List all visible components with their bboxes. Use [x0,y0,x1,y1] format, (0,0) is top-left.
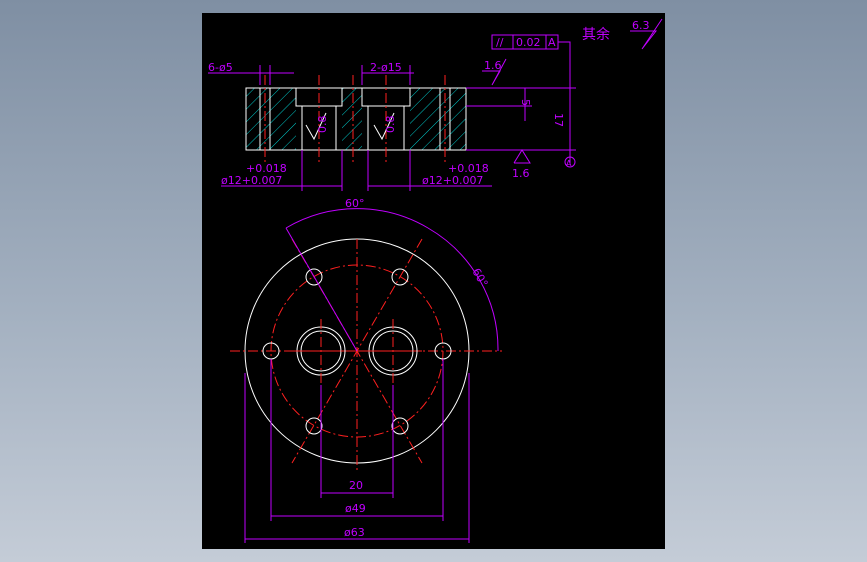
plan-view: 60° 60° 20 ø49 ø63 [230,197,502,543]
dim-center: 20 [349,479,363,492]
dim-outer: ø63 [344,526,365,539]
tol-left-lower: ø12+0.007 [221,174,282,187]
flatness-symbol: // [496,36,504,49]
angle-arc-right [427,227,499,352]
remaining-value: 6.3 [632,19,650,32]
hatch-center [342,88,362,150]
angle-top-label: 60° [345,197,365,210]
roughness-top: 1.6 [484,59,502,72]
holes-callout: 6-ø5 [208,61,233,74]
dim-height: 17 [552,113,565,127]
roughness-bottom: 1.6 [512,167,530,180]
roughness-bore-left: 0.8 [316,116,329,134]
remaining-label: 其余 [582,26,610,43]
dim-depth: 5 [519,99,532,106]
cad-drawing: 0.8 0.8 6-ø5 2-ø15 // 0.02 A 1.6 5 17 A [208,18,663,543]
flatness-value: 0.02 [516,36,541,49]
bore-callout: 2-ø15 [370,61,402,74]
section-view: 0.8 0.8 6-ø5 2-ø15 // 0.02 A 1.6 5 17 A [208,34,576,191]
angle-arc-top [285,208,429,229]
roughness-bore-right: 0.8 [384,116,397,134]
datum-label: A [566,159,572,168]
dim-pcd: ø49 [345,502,366,515]
hatch-right [410,88,466,150]
flatness-datum: A [548,36,556,49]
tol-right-lower: ø12+0.007 [422,174,483,187]
hatch-left [246,88,296,150]
remaining-roughness: 其余 6.3 [582,18,663,50]
hole-5 [305,417,323,435]
